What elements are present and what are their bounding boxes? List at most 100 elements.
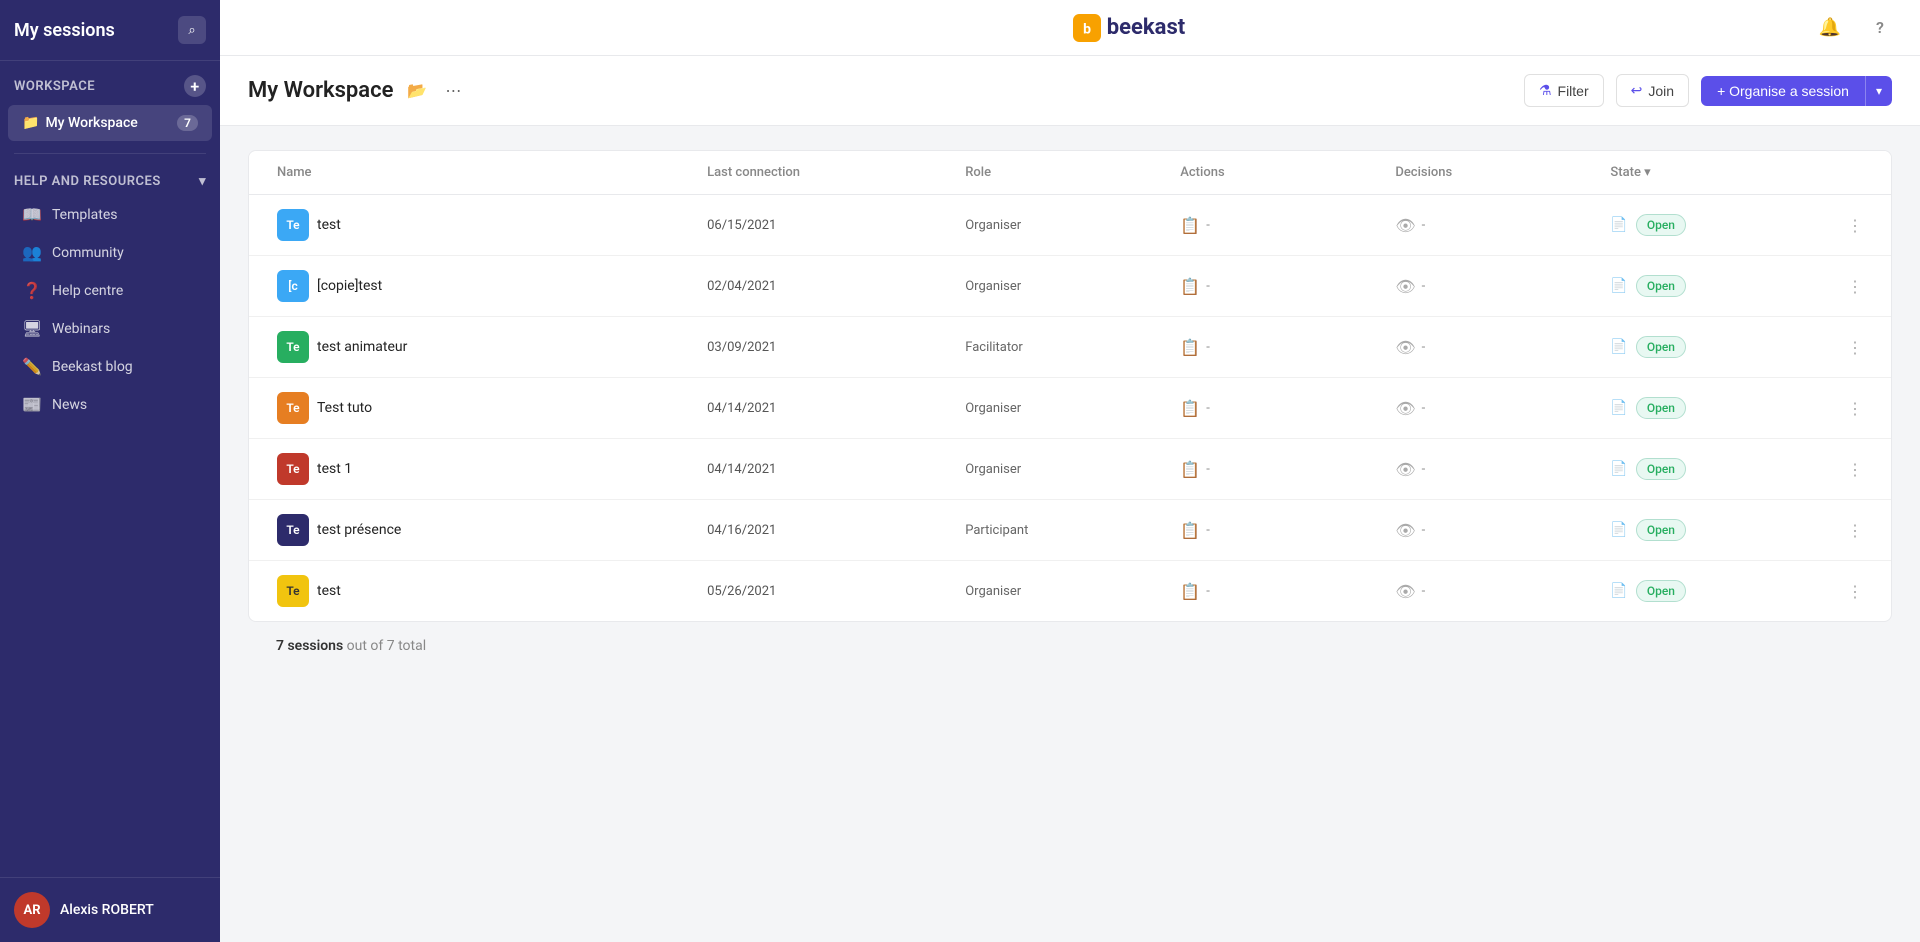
decisions-icon: 👁 — [1395, 582, 1415, 601]
join-icon: ↩ — [1631, 82, 1643, 99]
row-more-button-0[interactable]: ⋮ — [1841, 211, 1869, 239]
join-button[interactable]: ↩ Join — [1616, 74, 1689, 107]
session-name-2[interactable]: test animateur — [317, 339, 407, 355]
session-avatar-3: Te — [277, 392, 309, 424]
search-icon-btn[interactable]: ⌕ — [178, 16, 206, 44]
col-actions: Actions — [1168, 151, 1383, 194]
cell-actions-6: 📋 - — [1168, 568, 1383, 615]
workspace-folder-icon[interactable]: 📂 — [403, 77, 431, 104]
my-workspace-label: 📁 My Workspace — [22, 115, 138, 131]
state-copy-icon: 📄 — [1610, 461, 1627, 477]
table-row: Te test 05/26/2021 Organiser 📋 - 👁 - 📄 O… — [249, 561, 1891, 621]
cell-date-3: 04/14/2021 — [695, 387, 953, 430]
cell-decisions-6: 👁 - — [1383, 568, 1598, 615]
actions-clipboard-icon: 📋 — [1180, 521, 1200, 540]
cell-more-3: ⋮ — [1835, 394, 1875, 422]
table-body: Te test 06/15/2021 Organiser 📋 - 👁 - 📄 O… — [249, 195, 1891, 621]
workspace-more-icon[interactable]: ⋯ — [441, 77, 465, 104]
state-badge-0: Open — [1636, 214, 1686, 236]
sessions-total: out of 7 total — [343, 638, 426, 654]
workspace-header: My Workspace 📂 ⋯ ⚗ Filter ↩ Join + Organ… — [220, 56, 1920, 126]
cell-name-0: Te test — [265, 195, 695, 255]
session-name-6[interactable]: test — [317, 583, 341, 599]
sidebar-item-webinars[interactable]: 🖥Webinars — [8, 310, 212, 347]
cell-more-4: ⋮ — [1835, 455, 1875, 483]
cell-actions-4: 📋 - — [1168, 446, 1383, 493]
row-more-button-6[interactable]: ⋮ — [1841, 577, 1869, 605]
row-more-button-3[interactable]: ⋮ — [1841, 394, 1869, 422]
state-copy-icon: 📄 — [1610, 522, 1627, 538]
sidebar-item-beekast-blog[interactable]: ✏️Beekast blog — [8, 348, 212, 385]
actions-clipboard-icon: 📋 — [1180, 338, 1200, 357]
cell-more-0: ⋮ — [1835, 211, 1875, 239]
session-name-1[interactable]: [copie]test — [317, 278, 382, 294]
logo-icon: b — [1073, 14, 1101, 42]
cell-name-5: Te test présence — [265, 500, 695, 560]
notification-button[interactable]: 🔔 — [1814, 12, 1846, 44]
state-badge-1: Open — [1636, 275, 1686, 297]
news-icon: 📰 — [22, 395, 42, 414]
organise-session-caret[interactable]: ▾ — [1865, 76, 1892, 106]
caret-down-icon: ▾ — [1876, 84, 1882, 98]
my-workspace-item[interactable]: 📁 My Workspace 7 — [8, 105, 212, 141]
cell-date-1: 02/04/2021 — [695, 265, 953, 308]
resources-label: Help and resources — [14, 174, 161, 189]
session-avatar-6: Te — [277, 575, 309, 607]
resources-section-header[interactable]: Help and resources ▾ — [0, 164, 220, 195]
sidebar-item-help-centre[interactable]: ❓Help centre — [8, 272, 212, 309]
sessions-count: 7 sessions — [276, 638, 343, 654]
table-row: Te test présence 04/16/2021 Participant … — [249, 500, 1891, 561]
row-more-button-1[interactable]: ⋮ — [1841, 272, 1869, 300]
workspace-title-row: My Workspace 📂 ⋯ — [248, 77, 465, 122]
col-role: Role — [953, 151, 1168, 194]
session-name-4[interactable]: test 1 — [317, 461, 352, 477]
cell-date-2: 03/09/2021 — [695, 326, 953, 369]
row-more-button-4[interactable]: ⋮ — [1841, 455, 1869, 483]
help-button[interactable]: ? — [1864, 12, 1896, 44]
cell-role-0: Organiser — [953, 204, 1168, 247]
row-more-button-5[interactable]: ⋮ — [1841, 516, 1869, 544]
state-copy-icon: 📄 — [1610, 217, 1627, 233]
sidebar-item-label: Beekast blog — [52, 359, 133, 375]
cell-name-3: Te Test tuto — [265, 378, 695, 438]
organise-session-button[interactable]: + Organise a session — [1701, 76, 1865, 106]
col-name: Name — [265, 151, 695, 194]
cell-decisions-1: 👁 - — [1383, 263, 1598, 310]
sidebar-item-label: News — [52, 397, 87, 413]
session-name-0[interactable]: test — [317, 217, 341, 233]
table-row: Te Test tuto 04/14/2021 Organiser 📋 - 👁 … — [249, 378, 1891, 439]
state-copy-icon: 📄 — [1610, 339, 1627, 355]
cell-role-3: Organiser — [953, 387, 1168, 430]
actions-clipboard-icon: 📋 — [1180, 460, 1200, 479]
cell-decisions-0: 👁 - — [1383, 202, 1598, 249]
row-more-button-2[interactable]: ⋮ — [1841, 333, 1869, 361]
session-avatar-4: Te — [277, 453, 309, 485]
session-name-3[interactable]: Test tuto — [317, 400, 372, 416]
session-avatar-5: Te — [277, 514, 309, 546]
cell-decisions-2: 👁 - — [1383, 324, 1598, 371]
table-row: Te test animateur 03/09/2021 Facilitator… — [249, 317, 1891, 378]
cell-name-6: Te test — [265, 561, 695, 621]
state-copy-icon: 📄 — [1610, 583, 1627, 599]
notification-icon: 🔔 — [1819, 17, 1841, 38]
col-decisions: Decisions — [1383, 151, 1598, 194]
sidebar-item-label: Help centre — [52, 283, 123, 299]
actions-clipboard-icon: 📋 — [1180, 399, 1200, 418]
decisions-icon: 👁 — [1395, 338, 1415, 357]
session-name-5[interactable]: test présence — [317, 522, 401, 538]
topbar: b beekast 🔔 ? — [220, 0, 1920, 56]
actions-clipboard-icon: 📋 — [1180, 216, 1200, 235]
content-area: Name Last connection Role Actions Decisi… — [220, 126, 1920, 942]
sidebar-item-news[interactable]: 📰 News — [8, 386, 212, 423]
table-row: Te test 06/15/2021 Organiser 📋 - 👁 - 📄 O… — [249, 195, 1891, 256]
add-workspace-button[interactable]: + — [184, 75, 206, 97]
session-avatar-1: [c — [277, 270, 309, 302]
cell-date-5: 04/16/2021 — [695, 509, 953, 552]
sidebar-item-templates[interactable]: 📖Templates — [8, 196, 212, 233]
col-more — [1835, 151, 1875, 194]
filter-button[interactable]: ⚗ Filter — [1524, 74, 1604, 107]
decisions-icon: 👁 — [1395, 216, 1415, 235]
state-badge-6: Open — [1636, 580, 1686, 602]
user-profile[interactable]: AR Alexis ROBERT — [0, 877, 220, 942]
sidebar-item-community[interactable]: 👥Community — [8, 234, 212, 271]
